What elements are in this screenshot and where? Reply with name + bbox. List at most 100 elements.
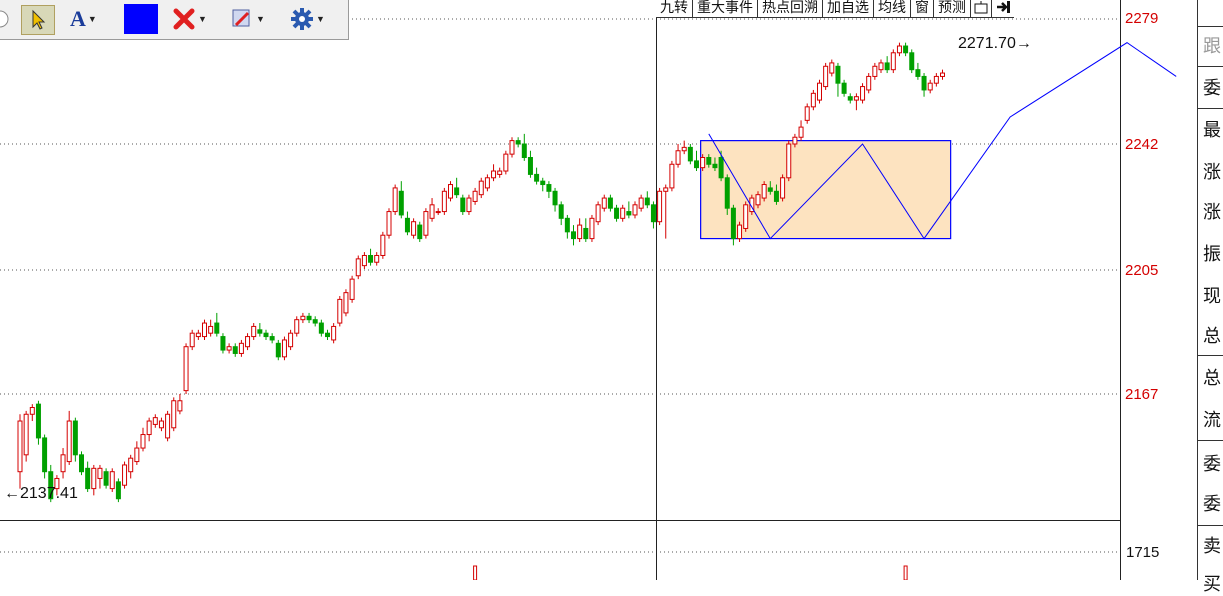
tab-nine-turn[interactable]: 九转 [656,0,693,17]
chevron-down-icon[interactable]: ▼ [316,14,325,24]
candle-body [552,190,558,206]
tab-forecast[interactable]: 预测 [934,0,971,17]
candle-body [294,319,300,334]
candle-body [435,211,441,214]
candle-body [281,339,287,358]
quote-label: 涨 [1203,202,1221,223]
candle-body [632,204,638,216]
drawing-tool-button[interactable]: ▼ [230,5,265,33]
candle-body [694,160,699,169]
quote-label: 委 [1203,494,1221,515]
candle-body [245,336,251,348]
box-rect [700,140,952,240]
candle-body [140,434,146,449]
candle-body [269,336,275,341]
y-tick-label: 2242 [1125,136,1159,153]
low-price-annotation: ←2137.41 [4,485,78,503]
candle-body [208,325,214,334]
candle-body [650,204,656,223]
low-price-label: 2137.41 [20,485,78,502]
y-tick-label: 2279 [1125,10,1159,27]
tab-major-events[interactable]: 重大事件 [693,0,758,17]
candle-body [534,173,540,182]
candle-body [491,170,497,179]
candle-body [220,336,226,351]
tab-window[interactable]: 窗 [911,0,934,17]
gear-icon [291,8,313,30]
candle-body [368,254,374,263]
candle-body [484,177,490,189]
candle-body [165,413,171,439]
candle-body [866,75,872,91]
candlestick-chart[interactable] [0,0,1223,580]
pointer-select-icon[interactable] [21,5,55,35]
color-swatch-icon[interactable] [124,4,158,34]
candle-body [183,346,189,392]
consolidation-box[interactable] [700,140,952,240]
candle-body [810,92,816,108]
chevron-down-icon[interactable]: ▼ [256,14,265,24]
candle-body [890,52,896,71]
candle-body [472,190,478,202]
candle-body [669,163,675,189]
candle-body [429,204,435,219]
high-price-label: 2271.70 [958,35,1016,52]
delete-button[interactable]: ▼ [172,5,207,33]
candle-body [798,126,804,138]
tab-moving-average[interactable]: 均线 [874,0,911,17]
function-tab-bar: 九转 重大事件 热点回溯 加自选 均线 窗 预测 [656,0,1014,18]
drawing-tool-icon [232,9,250,27]
settings-button[interactable]: ▼ [290,5,325,33]
arrow-left-icon: ← [4,485,20,502]
tab-hot-review[interactable]: 热点回溯 [758,0,823,17]
candle-body [601,197,607,209]
candle-body [521,143,527,159]
candle-body [933,75,939,84]
candle-body [79,454,84,473]
candle-body [681,146,687,152]
y-tick-label: 2167 [1125,386,1159,403]
candle-body [558,204,564,219]
chevron-down-icon[interactable]: ▼ [88,14,97,24]
text-tool-button[interactable]: A ▼ [70,5,97,33]
candle-body [915,69,921,77]
candle-body [158,420,164,429]
grid-lines [0,0,1121,580]
quote-info-panel: 跟 委 最 涨 涨 振 现 总 总 流 委 委 卖 买 [1197,0,1223,595]
candle-body [398,190,404,216]
candle-body [792,136,798,145]
candle-body [232,346,238,354]
candle-body [737,224,743,240]
candle-body [72,420,78,456]
candle-body [23,413,29,456]
candle-body [60,454,66,473]
volume-bar [903,565,908,580]
candle-body [238,342,244,354]
candle-body [841,82,847,94]
candle-body [497,170,503,175]
y-tick-label: 2205 [1125,262,1159,279]
candle-body [411,221,417,236]
candle-body [214,322,220,334]
chevron-down-icon[interactable]: ▼ [198,14,207,24]
volume-bar [473,565,478,580]
candle-body [921,75,927,91]
candle-body [583,227,589,240]
candle-body [17,420,23,473]
exit-panel-icon[interactable] [992,0,1014,17]
high-price-annotation: 2271.70→ [958,35,1032,53]
candle-body [761,184,767,199]
restore-window-icon[interactable] [971,0,992,17]
candle-body [478,180,484,196]
candle-body [515,140,521,145]
candle-body [325,332,330,338]
candle-body [374,254,380,263]
candle-body [288,332,294,348]
candle-body [712,163,718,169]
candle-body [571,231,576,240]
candle-body [189,332,195,348]
candle-body [91,467,97,490]
candle-body [687,146,693,162]
tab-add-watchlist[interactable]: 加自选 [823,0,874,17]
candle-body [540,180,546,186]
